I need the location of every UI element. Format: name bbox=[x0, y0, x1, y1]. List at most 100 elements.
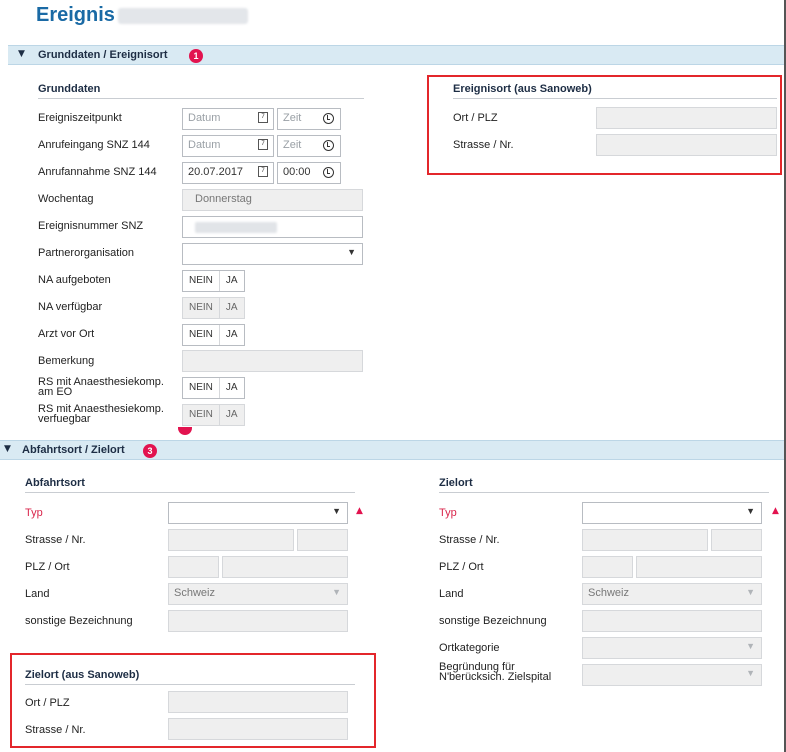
required-warning-icon: ▲ bbox=[772, 506, 779, 516]
section-header-grunddaten[interactable]: ▼ Grunddaten / Ereignisort 1 bbox=[8, 45, 786, 65]
divider bbox=[439, 492, 769, 493]
abfahrtsort-typ-label: Typ bbox=[25, 507, 43, 519]
divider bbox=[453, 98, 777, 99]
zielort-begruendung-label: Begründung für N'berücksich. Zielspital bbox=[439, 662, 552, 683]
section-title: Abfahrtsort / Zielort bbox=[22, 444, 125, 456]
abfahrtsort-typ-select[interactable]: ▼ bbox=[168, 502, 348, 524]
section-badge: 3 bbox=[143, 444, 157, 458]
zielort-sanoweb-ort-plz-label: Ort / PLZ bbox=[25, 697, 70, 709]
rs-am-eo-toggle[interactable]: NEIN JA bbox=[182, 377, 245, 399]
collapse-triangle-icon[interactable]: ▼ bbox=[4, 444, 11, 454]
ereigniszeitpunkt-date-input[interactable]: Datum 7 bbox=[182, 108, 274, 130]
toggle-ja[interactable]: JA bbox=[218, 325, 244, 345]
bemerkung-field bbox=[182, 350, 363, 372]
label-line: N'berücksich. Zielspital bbox=[439, 671, 552, 683]
ereignisort-heading: Ereignisort (aus Sanoweb) bbox=[453, 83, 592, 95]
bemerkung-label: Bemerkung bbox=[38, 355, 95, 367]
select-value: Schweiz bbox=[588, 587, 629, 599]
calendar-icon[interactable]: 7 bbox=[258, 166, 268, 177]
abfahrtsort-land-label: Land bbox=[25, 588, 50, 600]
abfahrtsort-land-select: Schweiz ▼ bbox=[168, 583, 348, 605]
zielort-nr-field bbox=[711, 529, 762, 551]
partnerorganisation-select[interactable]: ▼ bbox=[182, 243, 363, 265]
toggle-nein: NEIN bbox=[189, 302, 213, 313]
abfahrtsort-strasse-label: Strasse / Nr. bbox=[25, 534, 86, 546]
toggle-nein[interactable]: NEIN bbox=[183, 378, 219, 398]
anrufeingang-date-input[interactable]: Datum 7 bbox=[182, 135, 274, 157]
zielort-sanoweb-strasse-field bbox=[168, 718, 348, 740]
toggle-ja[interactable]: JA bbox=[218, 378, 244, 398]
zielort-begruendung-select: ▼ bbox=[582, 664, 762, 686]
abfahrtsort-plz-ort-label: PLZ / Ort bbox=[25, 561, 70, 573]
zielort-sanoweb-heading: Zielort (aus Sanoweb) bbox=[25, 669, 140, 681]
abfahrtsort-strasse-field bbox=[168, 529, 294, 551]
rs-verfuegbar-toggle: NEIN JA bbox=[182, 404, 245, 426]
collapse-triangle-icon[interactable]: ▼ bbox=[18, 49, 25, 59]
chevron-down-icon: ▼ bbox=[746, 587, 755, 597]
zielort-sonstige-label: sonstige Bezeichnung bbox=[439, 615, 547, 627]
clock-icon[interactable] bbox=[323, 167, 334, 178]
divider bbox=[25, 492, 355, 493]
toggle-ja: JA bbox=[218, 405, 244, 425]
abfahrtsort-plz-field bbox=[168, 556, 219, 578]
clock-icon[interactable] bbox=[323, 113, 334, 124]
anrufannahme-time-input[interactable]: 00:00 bbox=[277, 162, 341, 184]
zielort-typ-label: Typ bbox=[439, 507, 457, 519]
redacted-value bbox=[195, 222, 277, 233]
zielort-sonstige-field bbox=[582, 610, 762, 632]
abfahrtsort-ort-field bbox=[222, 556, 348, 578]
zielort-land-label: Land bbox=[439, 588, 464, 600]
page-title: Ereignis bbox=[36, 4, 115, 26]
chevron-down-icon: ▼ bbox=[746, 641, 755, 651]
chevron-down-icon: ▼ bbox=[332, 506, 341, 516]
arzt-vor-ort-label: Arzt vor Ort bbox=[38, 328, 95, 340]
ereignisort-ort-plz-field bbox=[596, 107, 777, 129]
time-placeholder: Zeit bbox=[283, 112, 302, 124]
rs-am-eo-label: RS mit Anaesthesiekomp. am EO bbox=[38, 377, 164, 398]
abfahrtsort-heading: Abfahrtsort bbox=[25, 477, 85, 489]
na-aufgeboten-label: NA aufgeboten bbox=[38, 274, 111, 286]
date-placeholder: Datum bbox=[188, 139, 221, 151]
zielort-strasse-label: Strasse / Nr. bbox=[439, 534, 500, 546]
zielort-plz-ort-label: PLZ / Ort bbox=[439, 561, 484, 573]
zielort-typ-select[interactable]: ▼ bbox=[582, 502, 762, 524]
time-value: 00:00 bbox=[283, 166, 311, 178]
zielort-ort-field bbox=[636, 556, 762, 578]
ereignisnummer-input[interactable] bbox=[182, 216, 363, 238]
zielort-strasse-field bbox=[582, 529, 708, 551]
divider bbox=[25, 684, 355, 685]
toggle-ja: JA bbox=[218, 298, 244, 318]
label-line: am EO bbox=[38, 386, 73, 398]
anrufannahme-date-input[interactable]: 20.07.2017 7 bbox=[182, 162, 274, 184]
clock-icon[interactable] bbox=[323, 140, 334, 151]
ereigniszeitpunkt-time-input[interactable]: Zeit bbox=[277, 108, 341, 130]
section-title: Grunddaten / Ereignisort bbox=[38, 49, 168, 61]
toggle-ja[interactable]: JA bbox=[218, 271, 244, 291]
divider bbox=[38, 98, 364, 99]
zielort-sanoweb-strasse-label: Strasse / Nr. bbox=[25, 724, 86, 736]
anrufeingang-time-input[interactable]: Zeit bbox=[277, 135, 341, 157]
time-placeholder: Zeit bbox=[283, 139, 302, 151]
wochentag-field: Donnerstag bbox=[182, 189, 363, 211]
chevron-down-icon: ▼ bbox=[347, 247, 356, 257]
zielort-sanoweb-ort-plz-field bbox=[168, 691, 348, 713]
na-aufgeboten-toggle[interactable]: NEIN JA bbox=[182, 270, 245, 292]
calendar-icon[interactable]: 7 bbox=[258, 139, 268, 150]
section-badge: 1 bbox=[189, 49, 203, 63]
toggle-nein: NEIN bbox=[189, 409, 213, 420]
arzt-vor-ort-toggle[interactable]: NEIN JA bbox=[182, 324, 245, 346]
toggle-nein[interactable]: NEIN bbox=[183, 325, 219, 345]
partnerorganisation-label: Partnerorganisation bbox=[38, 247, 135, 259]
zielort-plz-field bbox=[582, 556, 633, 578]
wochentag-label: Wochentag bbox=[38, 193, 94, 205]
event-id-redacted bbox=[118, 8, 248, 24]
grunddaten-heading: Grunddaten bbox=[38, 83, 101, 95]
abfahrtsort-sonstige-label: sonstige Bezeichnung bbox=[25, 615, 133, 627]
date-placeholder: Datum bbox=[188, 112, 221, 124]
rs-verfuegbar-label: RS mit Anaesthesiekomp. verfuegbar bbox=[38, 404, 164, 425]
section-header-abfahrtsort[interactable]: ▼ Abfahrtsort / Zielort 3 bbox=[0, 440, 786, 460]
date-value: 20.07.2017 bbox=[188, 166, 244, 178]
zielort-ortkategorie-select: ▼ bbox=[582, 637, 762, 659]
calendar-icon[interactable]: 7 bbox=[258, 112, 268, 123]
toggle-nein[interactable]: NEIN bbox=[183, 271, 219, 291]
